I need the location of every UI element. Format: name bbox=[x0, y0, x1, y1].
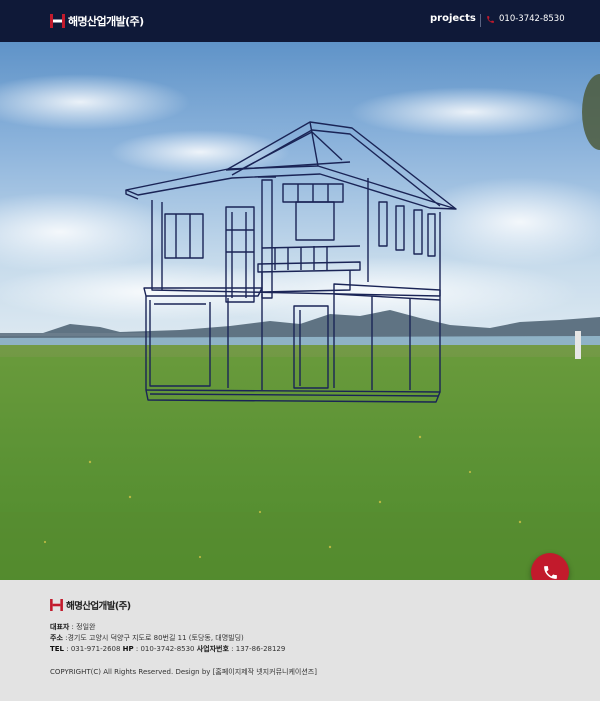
footer-address: 주소 :경기도 고양시 덕양구 지도로 80번길 11 (토당동, 대명빌딩) bbox=[50, 633, 244, 643]
site-logo[interactable]: 해명산업개발(주) bbox=[50, 13, 144, 29]
address-value: :경기도 고양시 덕양구 지도로 80번길 11 (토당동, 대명빌딩) bbox=[62, 634, 244, 642]
site-footer: 해명산업개발(주) 대표자 : 정일완 주소 :경기도 고양시 덕양구 지도로 … bbox=[0, 580, 600, 701]
logo-mark-icon bbox=[50, 14, 65, 28]
phone-icon bbox=[487, 15, 494, 23]
tel-value: : 031-971-2608 bbox=[64, 645, 123, 653]
header-divider bbox=[480, 14, 481, 27]
ceo-label: 대표자 bbox=[50, 623, 70, 631]
hero-banner bbox=[0, 42, 600, 580]
address-label: 주소 bbox=[50, 634, 63, 642]
hero-image bbox=[0, 42, 600, 580]
bizno-value: : 137-86-28129 bbox=[228, 645, 286, 653]
footer-logo-text: 해명산업개발(주) bbox=[66, 601, 131, 612]
header-phone-link[interactable]: 010-3742-8530 bbox=[486, 14, 565, 24]
nav-projects-link[interactable]: projects bbox=[430, 13, 476, 24]
bizno-label: 사업자번호 bbox=[196, 645, 229, 653]
logo-mark-icon bbox=[50, 599, 63, 611]
hp-label: HP bbox=[122, 645, 134, 653]
footer-logo: 해명산업개발(주) bbox=[50, 598, 131, 612]
footer-ceo: 대표자 : 정일완 bbox=[50, 622, 95, 632]
header-phone-number: 010-3742-8530 bbox=[499, 14, 565, 24]
site-header: 해명산업개발(주) projects 010-3742-8530 bbox=[0, 0, 600, 42]
footer-contact: TEL : 031-971-2608 HP : 010-3742-8530 사업… bbox=[50, 644, 285, 654]
copyright-text: COPYRIGHT(C) All Rights Reserved. Design… bbox=[50, 668, 317, 676]
ceo-value: : 정일완 bbox=[69, 623, 96, 631]
phone-icon bbox=[543, 565, 557, 579]
hp-value: : 010-3742-8530 bbox=[133, 645, 197, 653]
tel-label: TEL bbox=[50, 645, 65, 653]
logo-text: 해명산업개발(주) bbox=[68, 15, 144, 28]
